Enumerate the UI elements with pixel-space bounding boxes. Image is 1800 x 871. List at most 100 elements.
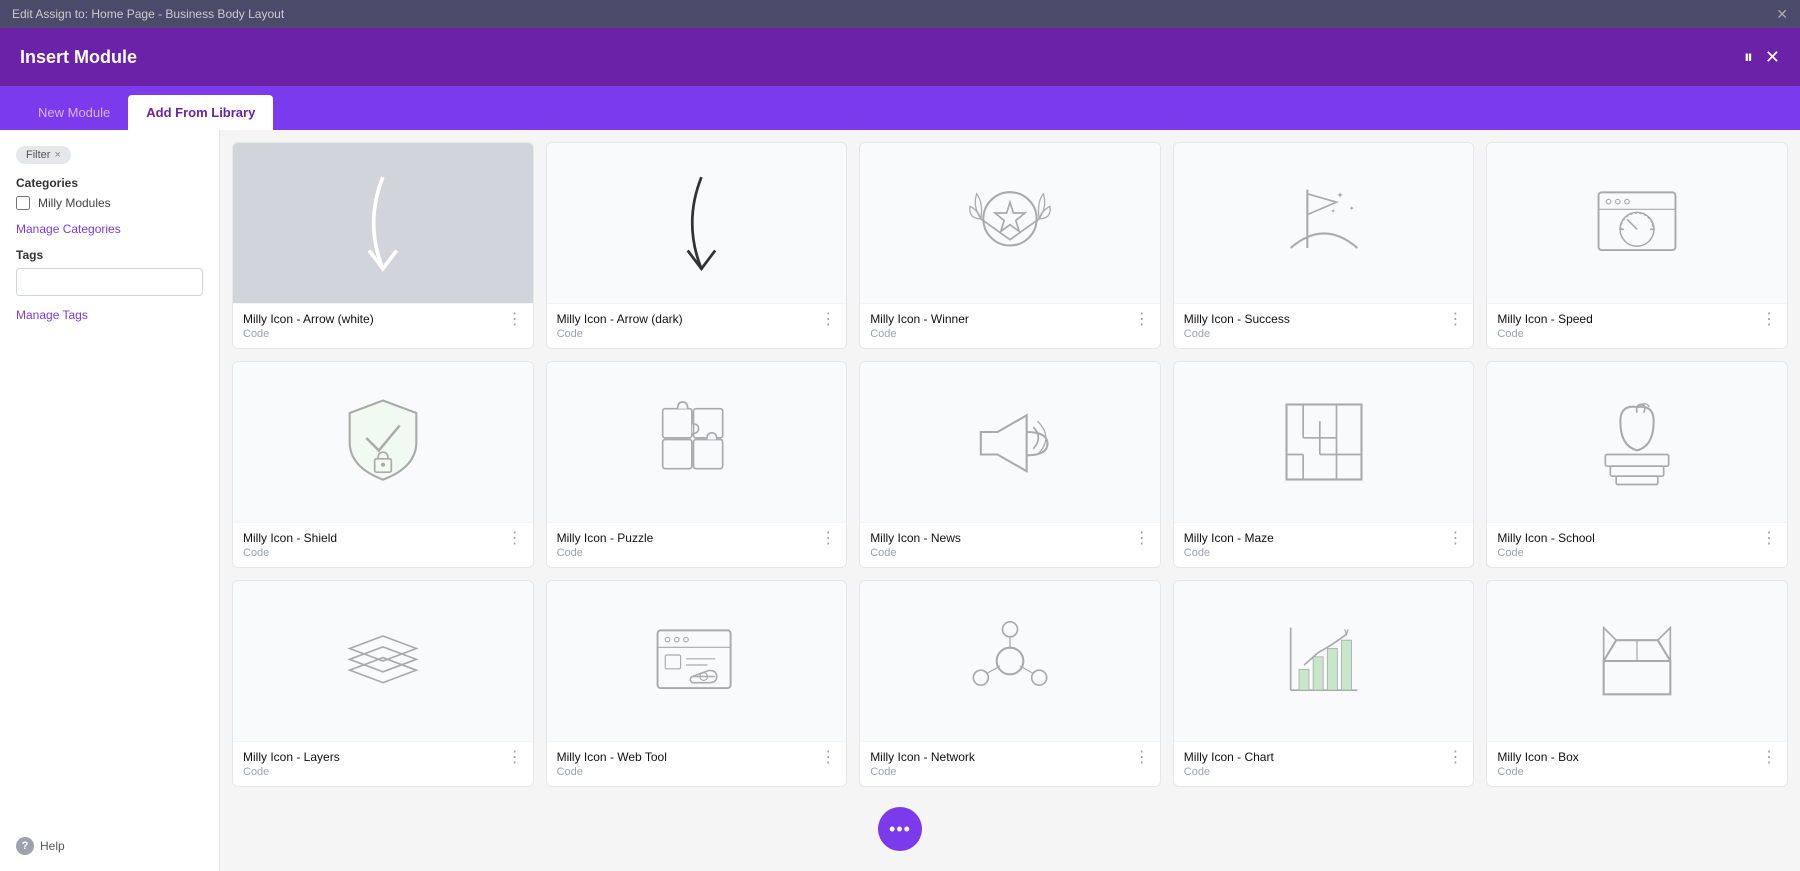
card-name-shield: Milly Icon - Shield <box>243 531 337 545</box>
card-preview-arrow-white <box>233 143 533 303</box>
card-footer-news: Milly Icon - News Code ⋮ <box>860 522 1160 567</box>
card-footer-webtool: Milly Icon - Web Tool Code ⋮ <box>547 741 847 786</box>
card-type-arrow-white: Code <box>243 328 374 340</box>
card-name-school: Milly Icon - School <box>1497 531 1594 545</box>
main-layout: Filter × Categories Milly Modules Manage… <box>0 130 1800 871</box>
module-card-maze[interactable]: Milly Icon - Maze Code ⋮ <box>1173 361 1475 568</box>
categories-section: Categories Milly Modules <box>16 176 203 210</box>
card-type-success: Code <box>1184 328 1290 340</box>
card-type-speed: Code <box>1497 328 1592 340</box>
card-menu-maze[interactable]: ⋮ <box>1447 531 1463 547</box>
card-preview-shield <box>233 362 533 522</box>
card-type-news: Code <box>870 547 961 559</box>
card-footer-shield: Milly Icon - Shield Code ⋮ <box>233 522 533 567</box>
tags-input[interactable] <box>16 268 203 296</box>
module-card-box[interactable]: Milly Icon - Box Code ⋮ <box>1486 580 1788 787</box>
card-menu-arrow-white[interactable]: ⋮ <box>507 312 523 328</box>
module-card-puzzle[interactable]: Milly Icon - Puzzle Code ⋮ <box>546 361 848 568</box>
card-name-arrow-dark: Milly Icon - Arrow (dark) <box>557 312 683 326</box>
title-bar: Edit Assign to: Home Page - Business Bod… <box>0 0 1800 28</box>
tab-new-module[interactable]: New Module <box>20 95 128 130</box>
card-name-maze: Milly Icon - Maze <box>1184 531 1274 545</box>
module-card-layers[interactable]: Milly Icon - Layers Code ⋮ <box>232 580 534 787</box>
manage-categories-link[interactable]: Manage Categories <box>16 222 203 236</box>
module-card-winner[interactable]: Milly Icon - Winner Code ⋮ <box>859 142 1161 349</box>
module-card-arrow-dark[interactable]: Milly Icon - Arrow (dark) Code ⋮ <box>546 142 848 349</box>
card-menu-box[interactable]: ⋮ <box>1761 750 1777 766</box>
card-name-success: Milly Icon - Success <box>1184 312 1290 326</box>
card-preview-success: ✦ ✦ ✦ <box>1174 143 1474 303</box>
card-menu-chart[interactable]: ⋮ <box>1447 750 1463 766</box>
card-footer-network: Milly Icon - Network Code ⋮ <box>860 741 1160 786</box>
help-row[interactable]: ? Help <box>16 837 203 855</box>
module-card-arrow-white[interactable]: Milly Icon - Arrow (white) Code ⋮ <box>232 142 534 349</box>
card-preview-puzzle <box>547 362 847 522</box>
bottom-bar: ••• <box>878 807 922 851</box>
svg-text:✦: ✦ <box>1336 190 1343 200</box>
module-card-school[interactable]: Milly Icon - School Code ⋮ <box>1486 361 1788 568</box>
help-icon: ? <box>16 837 34 855</box>
card-preview-winner <box>860 143 1160 303</box>
module-grid: Milly Icon - Arrow (white) Code ⋮ Milly … <box>220 130 1800 871</box>
modal-pause-button[interactable]: ⏸ <box>1744 47 1753 68</box>
milly-modules-label: Milly Modules <box>38 196 111 210</box>
milly-modules-checkbox[interactable] <box>16 196 30 210</box>
card-type-webtool: Code <box>557 766 667 778</box>
card-preview-arrow-dark <box>547 143 847 303</box>
card-name-arrow-white: Milly Icon - Arrow (white) <box>243 312 374 326</box>
tab-bar: New Module Add From Library <box>0 86 1800 130</box>
card-preview-network <box>860 581 1160 741</box>
card-menu-success[interactable]: ⋮ <box>1447 312 1463 328</box>
svg-text:✦: ✦ <box>1330 208 1335 215</box>
card-preview-layers <box>233 581 533 741</box>
card-footer-school: Milly Icon - School Code ⋮ <box>1487 522 1787 567</box>
card-menu-news[interactable]: ⋮ <box>1134 531 1150 547</box>
card-type-winner: Code <box>870 328 969 340</box>
card-name-speed: Milly Icon - Speed <box>1497 312 1592 326</box>
card-preview-box <box>1487 581 1787 741</box>
card-footer-arrow-dark: Milly Icon - Arrow (dark) Code ⋮ <box>547 303 847 348</box>
module-card-chart[interactable]: Milly Icon - Chart Code ⋮ <box>1173 580 1475 787</box>
card-menu-shield[interactable]: ⋮ <box>507 531 523 547</box>
module-card-shield[interactable]: Milly Icon - Shield Code ⋮ <box>232 361 534 568</box>
card-footer-speed: Milly Icon - Speed Code ⋮ <box>1487 303 1787 348</box>
manage-tags-link[interactable]: Manage Tags <box>16 308 203 322</box>
tab-add-from-library[interactable]: Add From Library <box>128 95 273 130</box>
card-name-webtool: Milly Icon - Web Tool <box>557 750 667 764</box>
module-card-webtool[interactable]: Milly Icon - Web Tool Code ⋮ <box>546 580 848 787</box>
card-type-maze: Code <box>1184 547 1274 559</box>
card-menu-speed[interactable]: ⋮ <box>1761 312 1777 328</box>
card-menu-puzzle[interactable]: ⋮ <box>820 531 836 547</box>
title-bar-close-button[interactable]: ✕ <box>1776 6 1788 23</box>
module-card-success[interactable]: ✦ ✦ ✦ Milly Icon - Success Code ⋮ <box>1173 142 1475 349</box>
card-type-chart: Code <box>1184 766 1274 778</box>
filter-chip[interactable]: Filter × <box>16 146 71 164</box>
module-card-network[interactable]: Milly Icon - Network Code ⋮ <box>859 580 1161 787</box>
milly-modules-checkbox-row: Milly Modules <box>16 196 203 210</box>
card-name-puzzle: Milly Icon - Puzzle <box>557 531 654 545</box>
card-footer-puzzle: Milly Icon - Puzzle Code ⋮ <box>547 522 847 567</box>
module-card-news[interactable]: Milly Icon - News Code ⋮ <box>859 361 1161 568</box>
card-menu-winner[interactable]: ⋮ <box>1134 312 1150 328</box>
modal-header: Insert Module ⏸ ✕ <box>0 28 1800 86</box>
categories-label: Categories <box>16 176 203 190</box>
card-menu-network[interactable]: ⋮ <box>1134 750 1150 766</box>
card-footer-maze: Milly Icon - Maze Code ⋮ <box>1174 522 1474 567</box>
card-type-shield: Code <box>243 547 337 559</box>
tags-label: Tags <box>16 248 203 262</box>
card-footer-chart: Milly Icon - Chart Code ⋮ <box>1174 741 1474 786</box>
card-name-news: Milly Icon - News <box>870 531 961 545</box>
card-name-chart: Milly Icon - Chart <box>1184 750 1274 764</box>
card-type-network: Code <box>870 766 975 778</box>
card-menu-layers[interactable]: ⋮ <box>507 750 523 766</box>
card-type-layers: Code <box>243 766 340 778</box>
card-menu-webtool[interactable]: ⋮ <box>820 750 836 766</box>
tags-section: Tags <box>16 248 203 296</box>
modal-close-button[interactable]: ✕ <box>1765 47 1780 68</box>
card-footer-winner: Milly Icon - Winner Code ⋮ <box>860 303 1160 348</box>
card-menu-arrow-dark[interactable]: ⋮ <box>820 312 836 328</box>
card-type-school: Code <box>1497 547 1594 559</box>
dots-button[interactable]: ••• <box>878 807 922 851</box>
card-menu-school[interactable]: ⋮ <box>1761 531 1777 547</box>
module-card-speed[interactable]: Milly Icon - Speed Code ⋮ <box>1486 142 1788 349</box>
